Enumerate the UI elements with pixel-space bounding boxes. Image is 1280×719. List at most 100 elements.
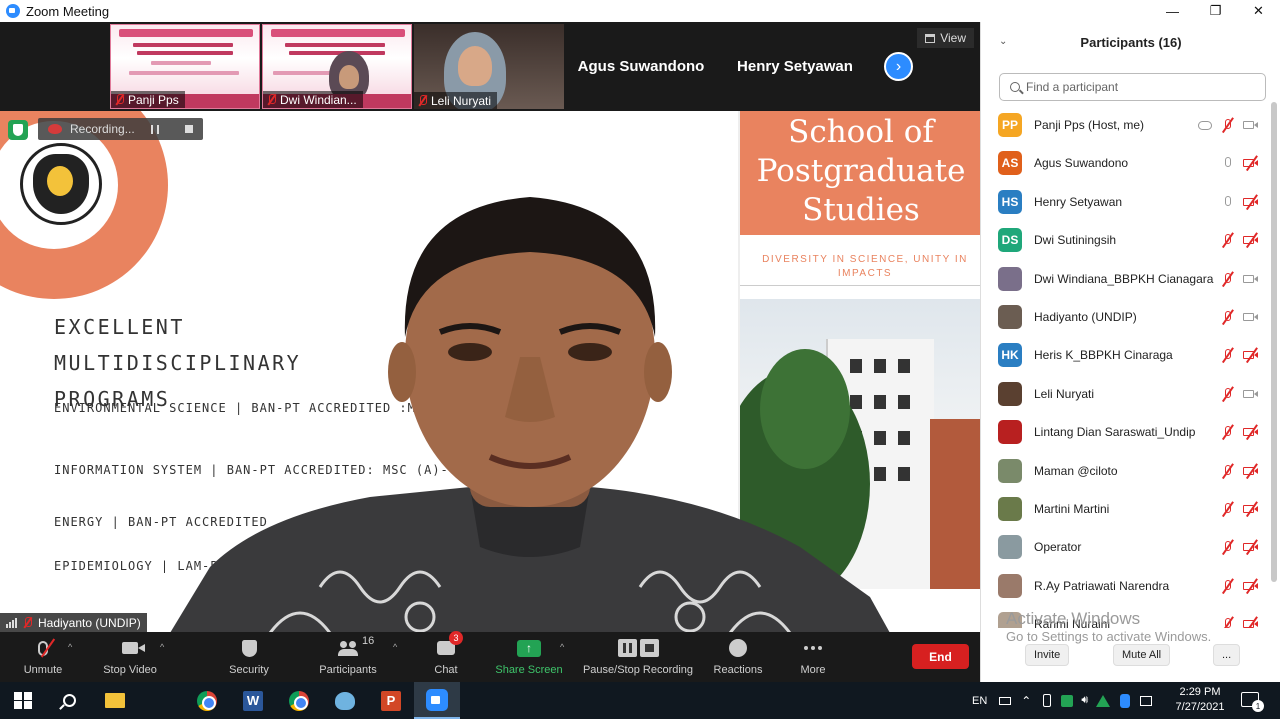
pause-recording-icon[interactable] bbox=[151, 124, 159, 134]
taskbar-chrome-profile[interactable] bbox=[276, 682, 322, 719]
pause-stop-recording-button[interactable]: Pause/Stop Recording bbox=[580, 632, 696, 682]
muted-mic-icon[interactable] bbox=[1221, 385, 1235, 402]
keyboard-icon[interactable] bbox=[999, 696, 1012, 705]
end-meeting-button[interactable]: End bbox=[912, 644, 969, 669]
muted-mic-icon[interactable] bbox=[1221, 232, 1235, 248]
security-tray-icon[interactable] bbox=[1061, 694, 1074, 707]
participant-row[interactable]: AS Agus Suwandono bbox=[981, 144, 1271, 182]
chat-button[interactable]: 3 Chat bbox=[424, 631, 468, 682]
next-page-button[interactable]: › bbox=[884, 52, 913, 81]
muted-mic-icon[interactable] bbox=[1221, 462, 1235, 479]
video-icon[interactable] bbox=[1243, 387, 1258, 401]
video-off-icon[interactable] bbox=[1243, 155, 1258, 172]
participant-row[interactable]: Operator bbox=[981, 528, 1271, 566]
taskbar-zoom[interactable] bbox=[414, 682, 460, 719]
name-tile-agus[interactable]: Agus Suwandono bbox=[566, 24, 716, 109]
participants-options-caret[interactable]: ^ bbox=[393, 642, 397, 652]
participant-row[interactable]: PP Panji Pps (Host, me) bbox=[981, 106, 1271, 144]
usb-icon[interactable] bbox=[1043, 694, 1052, 707]
start-button[interactable] bbox=[0, 682, 46, 719]
taskbar-clock[interactable]: 2:29 PM 7/27/2021 bbox=[1170, 685, 1230, 715]
video-off-icon[interactable] bbox=[1243, 462, 1258, 479]
audio-options-caret[interactable]: ^ bbox=[68, 642, 72, 652]
mute-all-button[interactable]: Mute All bbox=[1113, 644, 1171, 666]
taskbar-search-button[interactable] bbox=[46, 682, 92, 719]
participant-row[interactable]: DS Dwi Sutiningsih bbox=[981, 221, 1271, 259]
share-options-caret[interactable]: ^ bbox=[560, 642, 564, 652]
participant-row[interactable]: Hadiyanto (UNDIP) bbox=[981, 298, 1271, 336]
video-off-icon[interactable] bbox=[1243, 347, 1258, 364]
muted-mic-icon[interactable] bbox=[1221, 270, 1235, 287]
bluetooth-icon[interactable] bbox=[1120, 693, 1131, 708]
muted-mic-icon[interactable] bbox=[1221, 309, 1235, 325]
video-off-icon[interactable] bbox=[1243, 232, 1258, 248]
video-off-icon[interactable] bbox=[1243, 193, 1258, 210]
participant-avatar bbox=[998, 497, 1022, 521]
participant-row[interactable]: HS Henry Setyawan bbox=[981, 183, 1271, 221]
taskbar-chrome[interactable] bbox=[184, 682, 230, 719]
participant-avatar bbox=[998, 381, 1022, 406]
video-off-icon[interactable] bbox=[1243, 616, 1258, 628]
taskbar-powerpoint[interactable]: P bbox=[368, 682, 414, 719]
taskbar-file-explorer[interactable] bbox=[92, 682, 138, 719]
participant-row[interactable]: HK Heris K_BBPKH Cinaraga bbox=[981, 336, 1271, 374]
participant-name: Maman @ciloto bbox=[1034, 463, 1118, 478]
mic-icon[interactable] bbox=[1221, 195, 1235, 209]
participant-row[interactable]: Dwi Windiana_BBPKH Cianagara bbox=[981, 260, 1271, 298]
participant-row[interactable]: Lintang Dian Saraswati_Undip bbox=[981, 413, 1271, 451]
mic-icon[interactable] bbox=[1221, 156, 1235, 170]
taskbar-paint[interactable] bbox=[322, 682, 368, 719]
video-icon[interactable] bbox=[1243, 272, 1258, 286]
restore-button[interactable]: ❐ bbox=[1194, 0, 1237, 22]
muted-mic-icon[interactable] bbox=[1221, 577, 1235, 594]
chevron-up-icon[interactable]: ⌃ bbox=[1021, 694, 1031, 708]
participant-row[interactable]: R.Ay Patriawati Narendra bbox=[981, 567, 1271, 605]
muted-mic-icon[interactable] bbox=[1221, 616, 1235, 628]
unmute-button[interactable]: Unmute bbox=[14, 632, 72, 682]
participant-list-scrollbar[interactable] bbox=[1271, 102, 1277, 582]
taskbar-word[interactable]: W bbox=[230, 682, 276, 719]
panel-more-button[interactable]: ... bbox=[1213, 644, 1241, 666]
invite-button[interactable]: Invite bbox=[1025, 644, 1070, 666]
muted-mic-icon[interactable] bbox=[1221, 501, 1235, 517]
video-off-icon[interactable] bbox=[1243, 577, 1258, 594]
encryption-shield-icon[interactable] bbox=[8, 120, 28, 140]
reactions-button[interactable]: Reactions bbox=[708, 632, 768, 682]
speaker-name: Hadiyanto (UNDIP) bbox=[38, 615, 141, 630]
muted-mic-icon[interactable] bbox=[1221, 424, 1235, 440]
video-off-icon[interactable] bbox=[1243, 501, 1258, 517]
video-off-icon[interactable] bbox=[1243, 424, 1258, 440]
participants-button[interactable]: 16 Participants bbox=[310, 632, 386, 682]
close-button[interactable]: ✕ bbox=[1237, 0, 1280, 22]
language-indicator[interactable]: EN bbox=[972, 695, 987, 707]
participant-search-input[interactable]: Find a participant bbox=[999, 73, 1266, 101]
participant-row[interactable]: Martini Martini bbox=[981, 490, 1271, 528]
more-button[interactable]: More bbox=[790, 632, 836, 682]
muted-mic-icon[interactable] bbox=[1221, 539, 1235, 556]
security-button[interactable]: Security bbox=[218, 632, 280, 682]
folder-icon bbox=[105, 693, 125, 708]
video-icon[interactable] bbox=[1243, 310, 1258, 324]
muted-mic-icon[interactable] bbox=[1221, 117, 1235, 133]
video-icon[interactable] bbox=[1243, 118, 1258, 132]
share-screen-button[interactable]: ↑ Share Screen bbox=[492, 632, 566, 682]
view-button[interactable]: View bbox=[917, 28, 974, 48]
drive-icon[interactable] bbox=[1096, 694, 1111, 707]
zoom-logo-icon bbox=[6, 4, 20, 18]
notification-center-icon[interactable]: 1 bbox=[1241, 692, 1264, 712]
minimize-button[interactable]: — bbox=[1151, 0, 1194, 22]
video-tile-panji[interactable]: Panji Pps bbox=[110, 24, 260, 109]
video-tile-leli[interactable]: Leli Nuryati bbox=[414, 24, 564, 109]
name-tile-henry[interactable]: Henry Setyawan bbox=[720, 24, 870, 109]
volume-icon[interactable]: 🔊︎ bbox=[1081, 694, 1088, 707]
participant-row[interactable]: Maman @ciloto bbox=[981, 452, 1271, 490]
stop-video-button[interactable]: Stop Video bbox=[94, 632, 166, 682]
participant-row[interactable]: Leli Nuryati bbox=[981, 375, 1271, 413]
video-off-icon[interactable] bbox=[1243, 539, 1258, 556]
video-tile-dwi-windiana[interactable]: Dwi Windian... bbox=[262, 24, 412, 109]
stop-recording-icon[interactable] bbox=[185, 125, 193, 133]
battery-icon[interactable] bbox=[1140, 695, 1153, 706]
muted-mic-icon[interactable] bbox=[1221, 347, 1235, 364]
video-options-caret[interactable]: ^ bbox=[160, 642, 164, 652]
participants-icon bbox=[338, 641, 358, 656]
